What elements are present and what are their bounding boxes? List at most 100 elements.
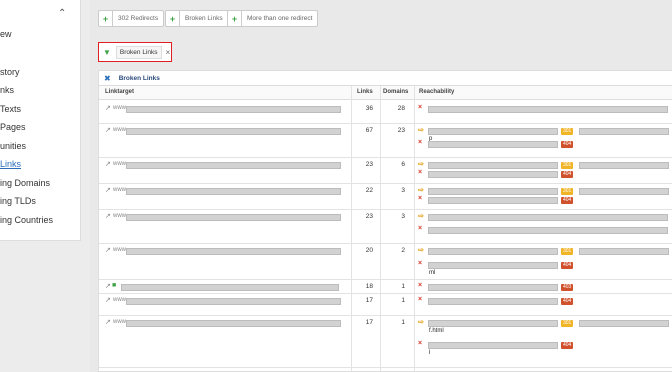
external-link-icon[interactable]: ↗ (105, 126, 111, 134)
reach-url-redacted[interactable] (579, 248, 669, 255)
reach-url-redacted[interactable] (579, 162, 669, 169)
broken-x-icon: × (418, 195, 423, 202)
filter-302-button[interactable]: + 302 Redirects (98, 10, 165, 27)
link-target-redacted[interactable] (126, 128, 341, 135)
broken-x-icon: × (418, 282, 423, 289)
reach-url-redacted[interactable] (428, 262, 558, 269)
links-count: 20 (365, 247, 373, 254)
external-link-icon[interactable]: ↗ (105, 160, 111, 168)
reach-url-redacted[interactable] (428, 106, 668, 113)
sidebar-item[interactable]: story (0, 67, 20, 77)
external-link-icon[interactable]: ↗ (105, 212, 111, 220)
redirect-arrow-icon: ⇨ (418, 161, 424, 168)
sidebar-item[interactable]: ew (0, 29, 12, 39)
external-link-icon[interactable]: ↗ (105, 186, 111, 194)
external-link-icon[interactable]: ↗ (105, 318, 111, 326)
broken-x-icon: × (418, 225, 423, 232)
table-row: ↗ www. 67 23 ⇨ 301 p × 404 (99, 123, 672, 158)
panel-title: Broken Links (118, 74, 160, 82)
external-link-icon[interactable]: ↗ (105, 104, 111, 112)
broken-x-icon: × (418, 169, 423, 176)
status-badge: 404 (561, 141, 574, 148)
sidebar-item[interactable]: ing Countries (0, 215, 53, 225)
links-count: 17 (365, 297, 373, 304)
reach-url-redacted[interactable] (428, 141, 558, 148)
external-link-icon[interactable]: ↗ (105, 282, 111, 290)
domains-count: 6 (401, 161, 405, 168)
reach-url-redacted[interactable] (428, 171, 558, 178)
redirect-arrow-icon: ⇨ (418, 127, 424, 134)
table-row: ↗ ■ 18 1 × 403 (99, 279, 672, 294)
col-links[interactable]: Links (357, 86, 373, 99)
reach-url-redacted[interactable] (428, 162, 558, 169)
link-target-redacted[interactable] (126, 248, 341, 255)
col-linktarget[interactable]: Linktarget (105, 86, 134, 99)
reach-url-redacted[interactable] (428, 342, 558, 349)
link-target-redacted[interactable] (126, 188, 341, 195)
sidebar-item[interactable]: nks (0, 85, 14, 95)
link-target-redacted[interactable] (126, 162, 341, 169)
panel-header: ✖ Broken Links (99, 71, 672, 86)
broken-x-icon: × (418, 340, 423, 347)
sidebar-item[interactable]: Pages (0, 122, 26, 132)
domains-count: 3 (401, 187, 405, 194)
status-badge: 404 (561, 342, 574, 349)
table-row: ↗ www. 17 1 ⇨ 301 f.html × 404 l (99, 315, 672, 368)
reach-url-redacted[interactable] (579, 128, 669, 135)
redirect-arrow-icon: ⇨ (418, 247, 424, 254)
table-row: ↗ www. 20 2 ⇨ 301 × 404 ml (99, 243, 672, 280)
close-icon[interactable]: × (166, 48, 171, 57)
link-target-redacted[interactable] (126, 320, 341, 327)
status-badge: 301 (561, 162, 574, 169)
chevron-up-icon[interactable]: ⌃ (58, 8, 66, 19)
status-badge: 301 (561, 188, 574, 195)
status-badge: 403 (561, 284, 574, 291)
redirect-arrow-icon: ⇨ (418, 187, 424, 194)
reach-url-redacted[interactable] (428, 298, 558, 305)
sidebar-item[interactable]: ing Domains (0, 178, 50, 188)
reach-url-redacted[interactable] (428, 214, 668, 221)
reach-url-redacted[interactable] (428, 248, 558, 255)
status-badge: 404 (561, 171, 574, 178)
domains-count: 1 (401, 283, 405, 290)
filter-label: 302 Redirects (118, 15, 159, 22)
links-count: 23 (365, 213, 373, 220)
link-target-redacted[interactable] (121, 284, 339, 291)
reach-url-redacted[interactable] (428, 197, 558, 204)
links-count: 67 (365, 127, 373, 134)
filter-broken-button[interactable]: + Broken Links (165, 10, 229, 27)
sidebar-item[interactable]: Texts (0, 104, 21, 114)
url-fragment: l (429, 350, 431, 356)
reach-url-redacted[interactable] (428, 227, 668, 234)
links-count: 18 (365, 283, 373, 290)
links-count: 22 (365, 187, 373, 194)
table-row: ↗ www. 22 3 ⇨ 301 × 404 (99, 183, 672, 210)
reach-url-redacted[interactable] (428, 320, 558, 327)
domains-count: 28 (397, 105, 405, 112)
reach-url-redacted[interactable] (428, 128, 558, 135)
external-link-icon[interactable]: ↗ (105, 246, 111, 254)
reach-url-redacted[interactable] (579, 188, 669, 195)
link-target-redacted[interactable] (126, 106, 341, 113)
domains-count: 23 (397, 127, 405, 134)
link-target-redacted[interactable] (126, 214, 341, 221)
domains-count: 3 (401, 213, 405, 220)
active-filter: ▼ Broken Links × (98, 42, 172, 62)
external-link-icon[interactable]: ↗ (105, 296, 111, 304)
sidebar-item[interactable]: ing TLDs (0, 196, 36, 206)
sidebar: ⌃ ew story nks Texts Pages unities Links… (0, 0, 81, 241)
status-badge: 404 (561, 298, 574, 305)
filter-multi-redirect-button[interactable]: + More than one redirect (227, 10, 319, 27)
reach-url-redacted[interactable] (428, 284, 558, 291)
table-row: ↗ www. 23 3 ⇨ × (99, 209, 672, 244)
broken-x-icon: × (418, 139, 423, 146)
col-reachability[interactable]: Reachability (419, 86, 454, 99)
reach-url-redacted[interactable] (428, 188, 558, 195)
status-badge: 301 (561, 128, 574, 135)
plus-icon: + (228, 11, 242, 26)
link-target-redacted[interactable] (126, 298, 341, 305)
col-domains[interactable]: Domains (383, 86, 408, 99)
sidebar-item-links[interactable]: Links (0, 159, 21, 169)
sidebar-item[interactable]: unities (0, 141, 26, 151)
reach-url-redacted[interactable] (579, 320, 669, 327)
